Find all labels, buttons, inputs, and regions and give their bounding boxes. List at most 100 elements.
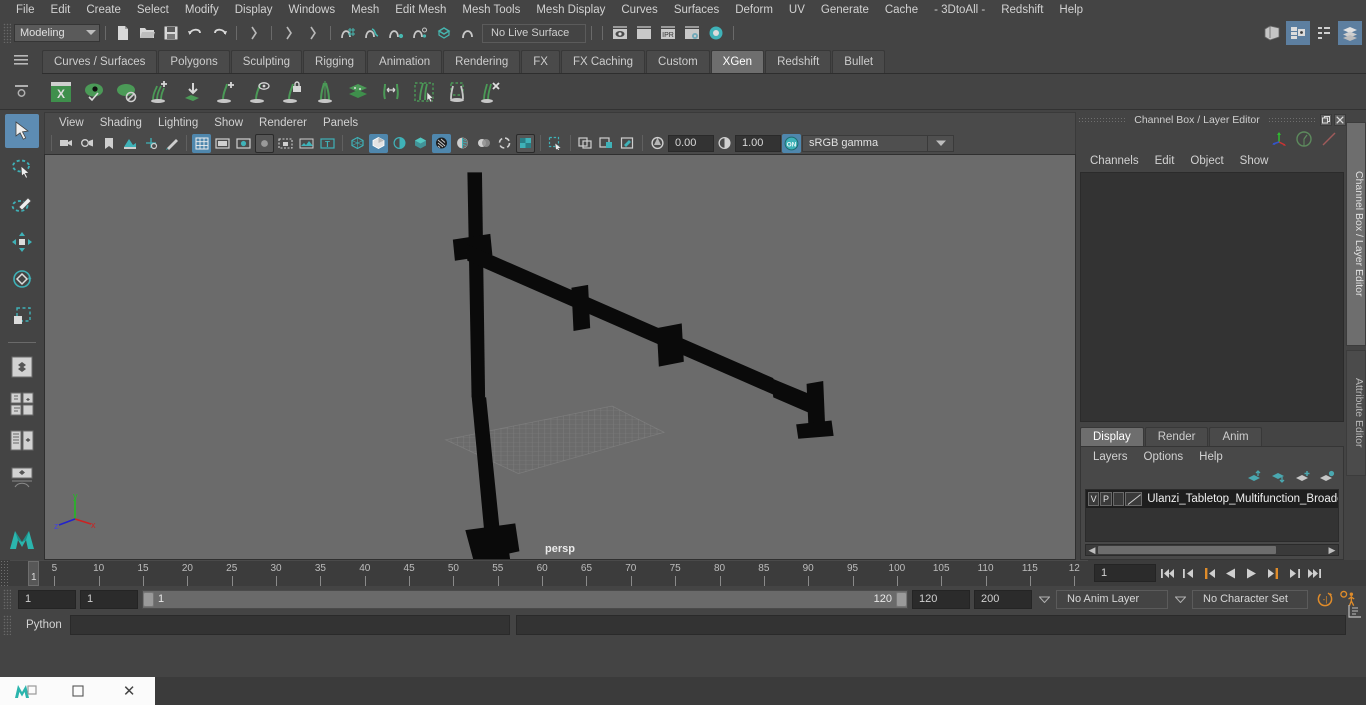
playback-end-field[interactable]: 120 — [912, 589, 970, 609]
shelf-tab-fx-caching[interactable]: FX Caching — [560, 50, 646, 73]
character-set-dropdown-arrow[interactable] — [1172, 596, 1188, 603]
place-guides-icon[interactable] — [178, 77, 208, 107]
redo-icon[interactable] — [208, 22, 230, 44]
viewport-menu-panels[interactable]: Panels — [315, 114, 366, 132]
menu-item-curves[interactable]: Curves — [613, 0, 665, 20]
shelf-tab-redshift[interactable]: Redshift — [765, 50, 832, 73]
live-surface-field[interactable]: No Live Surface — [482, 23, 586, 43]
menu-item-3dtoall[interactable]: - 3DtoAll - — [926, 0, 993, 20]
delete-guides-icon[interactable] — [475, 77, 505, 107]
layer-playback-toggle[interactable]: P — [1100, 492, 1112, 506]
command-output[interactable] — [516, 615, 1346, 635]
go-to-start-icon[interactable] — [1158, 564, 1177, 583]
step-forward-keyframe-icon[interactable] — [1284, 564, 1303, 583]
snap-to-point-icon[interactable] — [385, 22, 407, 44]
channel-box-toggle-icon[interactable] — [1338, 21, 1362, 45]
resolution-gate-icon[interactable] — [234, 134, 253, 153]
four-view-layout[interactable] — [5, 387, 39, 421]
command-input[interactable] — [70, 615, 510, 635]
layer-list-horizontal-scrollbar[interactable]: ◀ ▶ — [1085, 544, 1339, 556]
gamma-icon[interactable] — [715, 134, 734, 153]
panel-drag-handle-right[interactable] — [1267, 116, 1316, 124]
script-editor-icon[interactable] — [1346, 602, 1364, 620]
mask-region-icon[interactable] — [442, 77, 472, 107]
layer-list[interactable]: V P Ulanzi_Tabletop_Multifunction_Broadc… — [1085, 489, 1339, 542]
image-plane-icon[interactable] — [120, 134, 139, 153]
viewport-menu-view[interactable]: View — [51, 114, 92, 132]
menu-item-mesh-display[interactable]: Mesh Display — [528, 0, 613, 20]
channel-box-menu-show[interactable]: Show — [1232, 155, 1277, 167]
viewport-menu-shading[interactable]: Shading — [92, 114, 150, 132]
layer-menu-help[interactable]: Help — [1191, 451, 1231, 463]
view-transform-dropdown-arrow[interactable] — [928, 134, 954, 152]
view-transform-field[interactable]: sRGB gamma — [802, 134, 928, 152]
film-origin-icon[interactable] — [276, 134, 295, 153]
mirror-guide-icon[interactable] — [310, 77, 340, 107]
gamma-field[interactable]: 1.00 — [735, 134, 781, 152]
range-slider-gripper[interactable] — [3, 589, 11, 609]
snap-to-grid-icon[interactable] — [337, 22, 359, 44]
time-slider-track[interactable]: 1 5 10 15 20 25 30 35 40 45 50 55 60 65 70 75 80 85 90 95 1… — [10, 560, 1088, 586]
menu-item-help[interactable]: Help — [1051, 0, 1091, 20]
animation-end-field[interactable]: 200 — [974, 589, 1032, 609]
character-set-field[interactable]: No Character Set — [1192, 589, 1308, 609]
channel-box-content-area[interactable] — [1080, 172, 1344, 422]
menu-item-modify[interactable]: Modify — [177, 0, 227, 20]
paint-select-tool[interactable] — [5, 188, 39, 222]
move-tool[interactable] — [5, 225, 39, 259]
shelf-tab-xgen[interactable]: XGen — [710, 50, 765, 73]
anim-layer-dropdown-arrow[interactable] — [1036, 596, 1052, 603]
range-slider[interactable]: 1 120 — [142, 589, 908, 609]
color-management-icon[interactable]: ON — [782, 133, 801, 153]
shelf-tab-rendering[interactable]: Rendering — [443, 50, 521, 73]
single-perspective-layout[interactable] — [5, 350, 39, 384]
snap-to-projected-center-icon[interactable] — [409, 22, 431, 44]
shelf-tab-polygons[interactable]: Polygons — [158, 50, 230, 73]
menu-item-redshift[interactable]: Redshift — [993, 0, 1051, 20]
save-scene-icon[interactable] — [160, 22, 182, 44]
render-settings-icon[interactable] — [681, 22, 703, 44]
select-region-icon[interactable] — [409, 77, 439, 107]
hypergraph-persp-layout[interactable] — [5, 461, 39, 495]
noise-modifier-icon[interactable] — [376, 77, 406, 107]
outliner-toggle-icon[interactable] — [1312, 21, 1336, 45]
gate-mask-icon[interactable] — [255, 133, 274, 153]
shelf-tab-sculpting[interactable]: Sculpting — [230, 50, 303, 73]
scale-tool[interactable] — [5, 299, 39, 333]
shelf-tab-rigging[interactable]: Rigging — [303, 50, 367, 73]
menu-item-cache[interactable]: Cache — [877, 0, 926, 20]
textured-icon[interactable] — [411, 134, 430, 153]
status-line-gripper[interactable] — [3, 23, 11, 43]
film-gate-icon[interactable] — [213, 134, 232, 153]
menu-item-surfaces[interactable]: Surfaces — [666, 0, 727, 20]
multisample-icon[interactable] — [516, 133, 535, 153]
menu-item-file[interactable]: File — [8, 0, 43, 20]
layer-name[interactable]: Ulanzi_Tabletop_Multifunction_Broadcast_… — [1143, 493, 1338, 505]
menu-item-edit-mesh[interactable]: Edit Mesh — [387, 0, 454, 20]
layer-menu-layers[interactable]: Layers — [1085, 451, 1136, 463]
channel-box-menu-object[interactable]: Object — [1182, 155, 1231, 167]
select-by-hierarchy-icon[interactable] — [243, 22, 265, 44]
shelf-tab-bullet[interactable]: Bullet — [832, 50, 886, 73]
bookmark-icon[interactable] — [99, 134, 118, 153]
xray-joints-icon[interactable] — [597, 134, 616, 153]
close-icon[interactable] — [1334, 114, 1346, 126]
clump-modifier-icon[interactable] — [343, 77, 373, 107]
layer-shading-toggle[interactable] — [1112, 492, 1124, 506]
new-layer-from-selected-icon[interactable] — [1319, 470, 1335, 484]
two-d-pan-zoom-icon[interactable] — [141, 134, 160, 153]
select-by-object-icon[interactable] — [278, 22, 300, 44]
play-forwards-icon[interactable] — [1242, 564, 1261, 583]
maximize-icon[interactable] — [52, 677, 104, 705]
shelf-tab-custom[interactable]: Custom — [646, 50, 710, 73]
select-tool[interactable] — [5, 114, 39, 148]
field-chart-icon[interactable]: T — [318, 134, 337, 153]
axis-gizmo-icon[interactable] — [1270, 130, 1288, 148]
exposure-field[interactable]: 0.00 — [668, 134, 714, 152]
time-slider-gripper[interactable] — [0, 560, 10, 586]
list-item[interactable]: V P Ulanzi_Tabletop_Multifunction_Broadc… — [1086, 490, 1338, 508]
use-all-lights-icon[interactable] — [432, 133, 451, 153]
menu-item-mesh[interactable]: Mesh — [343, 0, 387, 20]
animation-start-field[interactable]: 1 — [18, 589, 76, 609]
layer-tab-display[interactable]: Display — [1080, 427, 1144, 446]
